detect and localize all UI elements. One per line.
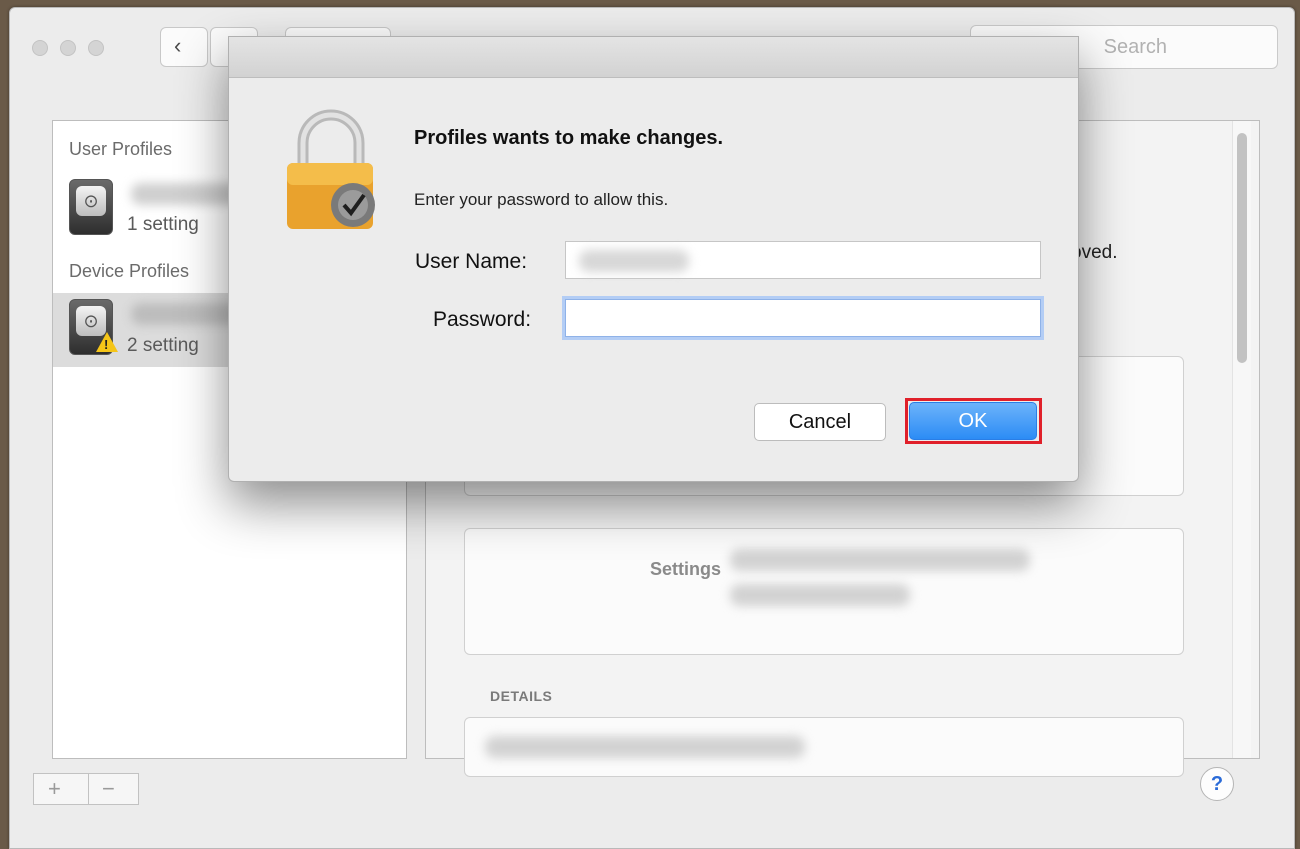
lock-icon — [287, 109, 375, 229]
add-remove-buttons: + − — [33, 773, 139, 805]
profile-setting-count: 1 setting — [127, 214, 199, 235]
gear-check-icon — [331, 183, 375, 227]
help-button[interactable]: ? — [1200, 767, 1234, 801]
profile-icon: ⊙ ! — [69, 299, 118, 355]
settings-label: Settings — [650, 559, 722, 579]
details-box — [464, 717, 1184, 777]
ok-button[interactable]: OK — [909, 402, 1037, 440]
search-placeholder: Search — [1103, 36, 1167, 58]
password-label: Password: — [433, 308, 532, 331]
warning-icon: ! — [96, 332, 118, 352]
close-window-button[interactable] — [32, 40, 48, 56]
profile-icon: ⊙ — [69, 179, 113, 235]
username-value-redacted — [579, 250, 689, 272]
user-profiles-header: User Profiles — [69, 139, 173, 159]
remove-profile-button[interactable]: − — [102, 776, 115, 802]
settings-value-redacted — [730, 549, 1030, 571]
dialog-titlebar — [229, 37, 1078, 78]
minimize-window-button[interactable] — [60, 40, 76, 56]
zoom-window-button[interactable] — [88, 40, 104, 56]
scrollbar-thumb[interactable] — [1237, 133, 1247, 363]
back-button[interactable]: ‹ — [160, 27, 208, 67]
settings-box: Settings — [464, 528, 1184, 655]
username-label: User Name: — [415, 250, 528, 273]
details-header: DETAILS — [490, 688, 553, 704]
password-field[interactable] — [565, 299, 1041, 337]
details-value-redacted — [485, 736, 805, 758]
profile-setting-count: 2 setting — [127, 335, 199, 356]
cancel-button[interactable]: Cancel — [754, 403, 886, 441]
authentication-dialog: Profiles wants to make changes. Enter yo… — [228, 36, 1079, 482]
device-profiles-header: Device Profiles — [69, 261, 190, 281]
dialog-title: Profiles wants to make changes. — [414, 127, 723, 149]
dialog-subtitle: Enter your password to allow this. — [414, 190, 669, 209]
back-chevron-icon: ‹ — [174, 33, 182, 58]
add-profile-button[interactable]: + — [48, 776, 61, 802]
settings-value-redacted — [730, 584, 910, 606]
help-icon: ? — [1210, 773, 1224, 795]
